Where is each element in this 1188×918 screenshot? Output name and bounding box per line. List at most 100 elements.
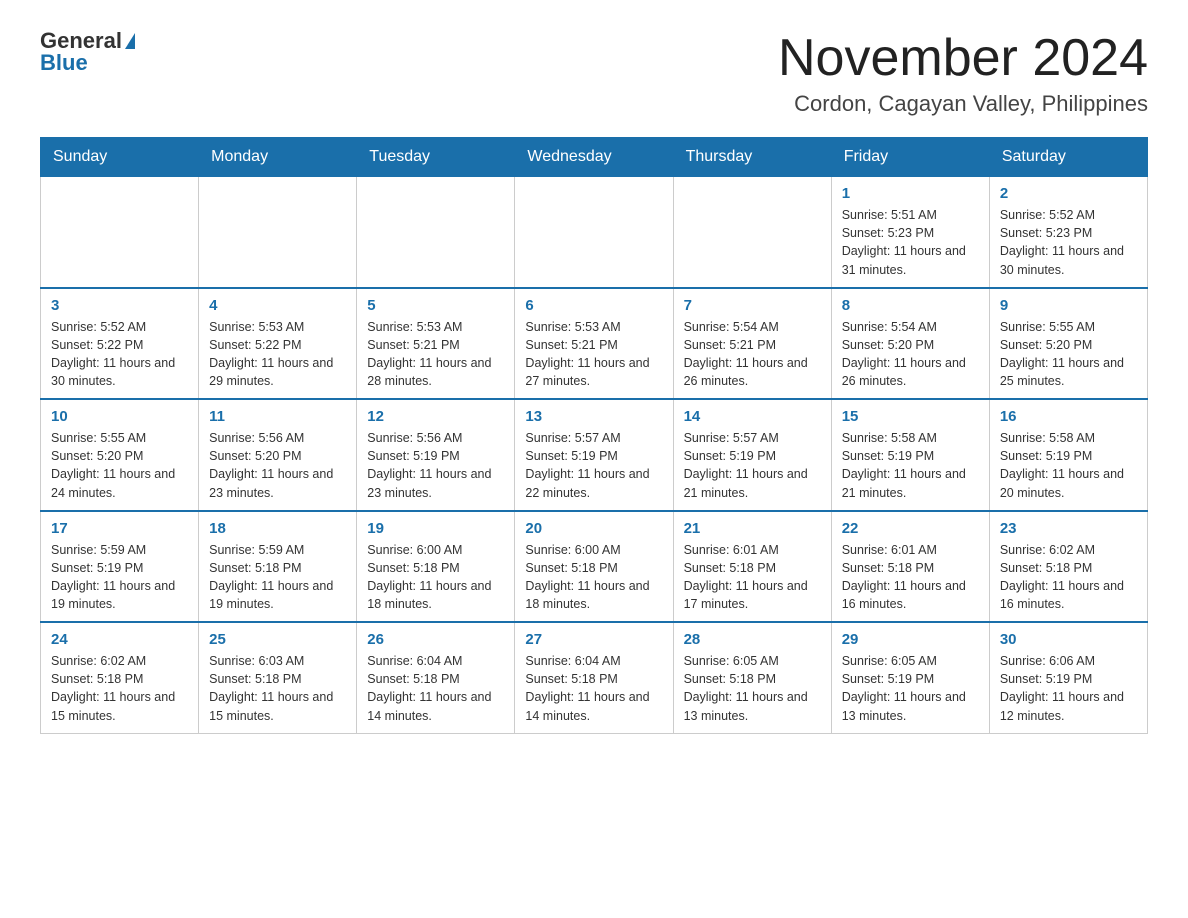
day-number: 25 — [209, 631, 346, 648]
day-number: 24 — [51, 631, 188, 648]
day-info: Sunrise: 5:56 AM Sunset: 5:19 PM Dayligh… — [367, 429, 504, 502]
calendar-cell: 2 Sunrise: 5:52 AM Sunset: 5:23 PM Daylig… — [989, 177, 1147, 288]
day-number: 5 — [367, 297, 504, 314]
day-info: Sunrise: 5:53 AM Sunset: 5:22 PM Dayligh… — [209, 318, 346, 391]
day-info: Sunrise: 6:03 AM Sunset: 5:18 PM Dayligh… — [209, 652, 346, 725]
day-info: Sunrise: 5:54 AM Sunset: 5:20 PM Dayligh… — [842, 318, 979, 391]
day-number: 16 — [1000, 408, 1137, 425]
calendar-cell: 9Sunrise: 5:55 AM Sunset: 5:20 PM Daylig… — [989, 288, 1147, 400]
calendar-cell: 16Sunrise: 5:58 AM Sunset: 5:19 PM Dayli… — [989, 399, 1147, 511]
day-number: 8 — [842, 297, 979, 314]
logo: General Blue — [40, 30, 135, 74]
day-number: 2 — [1000, 185, 1137, 202]
day-number: 27 — [525, 631, 662, 648]
day-number: 10 — [51, 408, 188, 425]
calendar-cell — [199, 177, 357, 288]
calendar-cell: 1 Sunrise: 5:51 AM Sunset: 5:23 PM Daylig… — [831, 177, 989, 288]
day-number: 9 — [1000, 297, 1137, 314]
day-info: Sunrise: 5:53 AM Sunset: 5:21 PM Dayligh… — [367, 318, 504, 391]
calendar-cell — [41, 177, 199, 288]
calendar-cell: 13 Sunrise: 5:57 AM Sunset: 5:19 PM Dayli… — [515, 399, 673, 511]
day-info: Sunrise: 6:06 AM Sunset: 5:19 PM Dayligh… — [1000, 652, 1137, 725]
calendar-cell: 6 Sunrise: 5:53 AM Sunset: 5:21 PM Daylig… — [515, 288, 673, 400]
day-info: Sunrise: 5:55 AM Sunset: 5:20 PM Dayligh… — [51, 429, 188, 502]
calendar-header-tuesday: Tuesday — [357, 138, 515, 177]
calendar-cell — [673, 177, 831, 288]
week-row-2: 3 Sunrise: 5:52 AM Sunset: 5:22 PM Daylig… — [41, 288, 1148, 400]
day-number: 17 — [51, 520, 188, 537]
calendar-cell: 22 Sunrise: 6:01 AM Sunset: 5:18 PM Dayli… — [831, 511, 989, 623]
calendar-cell: 20 Sunrise: 6:00 AM Sunset: 5:18 PM Dayli… — [515, 511, 673, 623]
week-row-5: 24Sunrise: 6:02 AM Sunset: 5:18 PM Dayli… — [41, 622, 1148, 733]
day-info: Sunrise: 5:52 AM Sunset: 5:22 PM Dayligh… — [51, 318, 188, 391]
day-number: 6 — [525, 297, 662, 314]
day-number: 11 — [209, 408, 346, 425]
calendar-cell — [357, 177, 515, 288]
calendar-header-row: SundayMondayTuesdayWednesdayThursdayFrid… — [41, 138, 1148, 177]
calendar-header-saturday: Saturday — [989, 138, 1147, 177]
week-row-4: 17 Sunrise: 5:59 AM Sunset: 5:19 PM Dayli… — [41, 511, 1148, 623]
calendar-cell: 17 Sunrise: 5:59 AM Sunset: 5:19 PM Dayli… — [41, 511, 199, 623]
day-info: Sunrise: 5:59 AM Sunset: 5:18 PM Dayligh… — [209, 541, 346, 614]
day-number: 3 — [51, 297, 188, 314]
day-info: Sunrise: 6:01 AM Sunset: 5:18 PM Dayligh… — [842, 541, 979, 614]
day-number: 20 — [525, 520, 662, 537]
calendar-cell: 19 Sunrise: 6:00 AM Sunset: 5:18 PM Dayli… — [357, 511, 515, 623]
calendar-cell: 25 Sunrise: 6:03 AM Sunset: 5:18 PM Dayli… — [199, 622, 357, 733]
day-info: Sunrise: 5:56 AM Sunset: 5:20 PM Dayligh… — [209, 429, 346, 502]
logo-blue-text: Blue — [40, 52, 88, 74]
day-number: 1 — [842, 185, 979, 202]
day-info: Sunrise: 5:52 AM Sunset: 5:23 PM Dayligh… — [1000, 206, 1137, 279]
day-info: Sunrise: 6:00 AM Sunset: 5:18 PM Dayligh… — [525, 541, 662, 614]
day-number: 14 — [684, 408, 821, 425]
day-number: 12 — [367, 408, 504, 425]
day-number: 7 — [684, 297, 821, 314]
calendar-header-sunday: Sunday — [41, 138, 199, 177]
day-number: 21 — [684, 520, 821, 537]
calendar-cell: 27Sunrise: 6:04 AM Sunset: 5:18 PM Dayli… — [515, 622, 673, 733]
calendar-cell: 10 Sunrise: 5:55 AM Sunset: 5:20 PM Dayli… — [41, 399, 199, 511]
day-number: 29 — [842, 631, 979, 648]
title-block: November 2024 Cordon, Cagayan Valley, Ph… — [778, 30, 1148, 117]
day-number: 23 — [1000, 520, 1137, 537]
calendar-cell — [515, 177, 673, 288]
day-number: 28 — [684, 631, 821, 648]
page-header: General Blue November 2024 Cordon, Cagay… — [40, 30, 1148, 117]
day-info: Sunrise: 5:58 AM Sunset: 5:19 PM Dayligh… — [842, 429, 979, 502]
day-info: Sunrise: 5:51 AM Sunset: 5:23 PM Dayligh… — [842, 206, 979, 279]
calendar-cell: 8 Sunrise: 5:54 AM Sunset: 5:20 PM Daylig… — [831, 288, 989, 400]
day-number: 22 — [842, 520, 979, 537]
day-info: Sunrise: 5:53 AM Sunset: 5:21 PM Dayligh… — [525, 318, 662, 391]
calendar-header-wednesday: Wednesday — [515, 138, 673, 177]
day-info: Sunrise: 6:05 AM Sunset: 5:19 PM Dayligh… — [842, 652, 979, 725]
calendar-cell: 5 Sunrise: 5:53 AM Sunset: 5:21 PM Daylig… — [357, 288, 515, 400]
calendar-cell: 11 Sunrise: 5:56 AM Sunset: 5:20 PM Dayli… — [199, 399, 357, 511]
calendar-cell: 28 Sunrise: 6:05 AM Sunset: 5:18 PM Dayli… — [673, 622, 831, 733]
day-info: Sunrise: 6:00 AM Sunset: 5:18 PM Dayligh… — [367, 541, 504, 614]
day-number: 13 — [525, 408, 662, 425]
day-info: Sunrise: 6:01 AM Sunset: 5:18 PM Dayligh… — [684, 541, 821, 614]
day-number: 15 — [842, 408, 979, 425]
day-number: 4 — [209, 297, 346, 314]
logo-triangle-icon — [125, 33, 135, 49]
calendar-cell: 30Sunrise: 6:06 AM Sunset: 5:19 PM Dayli… — [989, 622, 1147, 733]
day-info: Sunrise: 5:57 AM Sunset: 5:19 PM Dayligh… — [525, 429, 662, 502]
day-info: Sunrise: 6:04 AM Sunset: 5:18 PM Dayligh… — [367, 652, 504, 725]
calendar-cell: 12 Sunrise: 5:56 AM Sunset: 5:19 PM Dayli… — [357, 399, 515, 511]
month-title: November 2024 — [778, 30, 1148, 87]
week-row-1: 1 Sunrise: 5:51 AM Sunset: 5:23 PM Daylig… — [41, 177, 1148, 288]
day-number: 18 — [209, 520, 346, 537]
calendar-cell: 29 Sunrise: 6:05 AM Sunset: 5:19 PM Dayli… — [831, 622, 989, 733]
day-info: Sunrise: 5:59 AM Sunset: 5:19 PM Dayligh… — [51, 541, 188, 614]
calendar-cell: 24Sunrise: 6:02 AM Sunset: 5:18 PM Dayli… — [41, 622, 199, 733]
calendar-cell: 21 Sunrise: 6:01 AM Sunset: 5:18 PM Dayli… — [673, 511, 831, 623]
day-number: 19 — [367, 520, 504, 537]
day-info: Sunrise: 5:54 AM Sunset: 5:21 PM Dayligh… — [684, 318, 821, 391]
day-info: Sunrise: 6:05 AM Sunset: 5:18 PM Dayligh… — [684, 652, 821, 725]
calendar-header-friday: Friday — [831, 138, 989, 177]
calendar-header-monday: Monday — [199, 138, 357, 177]
calendar-cell: 23Sunrise: 6:02 AM Sunset: 5:18 PM Dayli… — [989, 511, 1147, 623]
location-title: Cordon, Cagayan Valley, Philippines — [778, 91, 1148, 117]
week-row-3: 10 Sunrise: 5:55 AM Sunset: 5:20 PM Dayli… — [41, 399, 1148, 511]
calendar-cell: 18 Sunrise: 5:59 AM Sunset: 5:18 PM Dayli… — [199, 511, 357, 623]
